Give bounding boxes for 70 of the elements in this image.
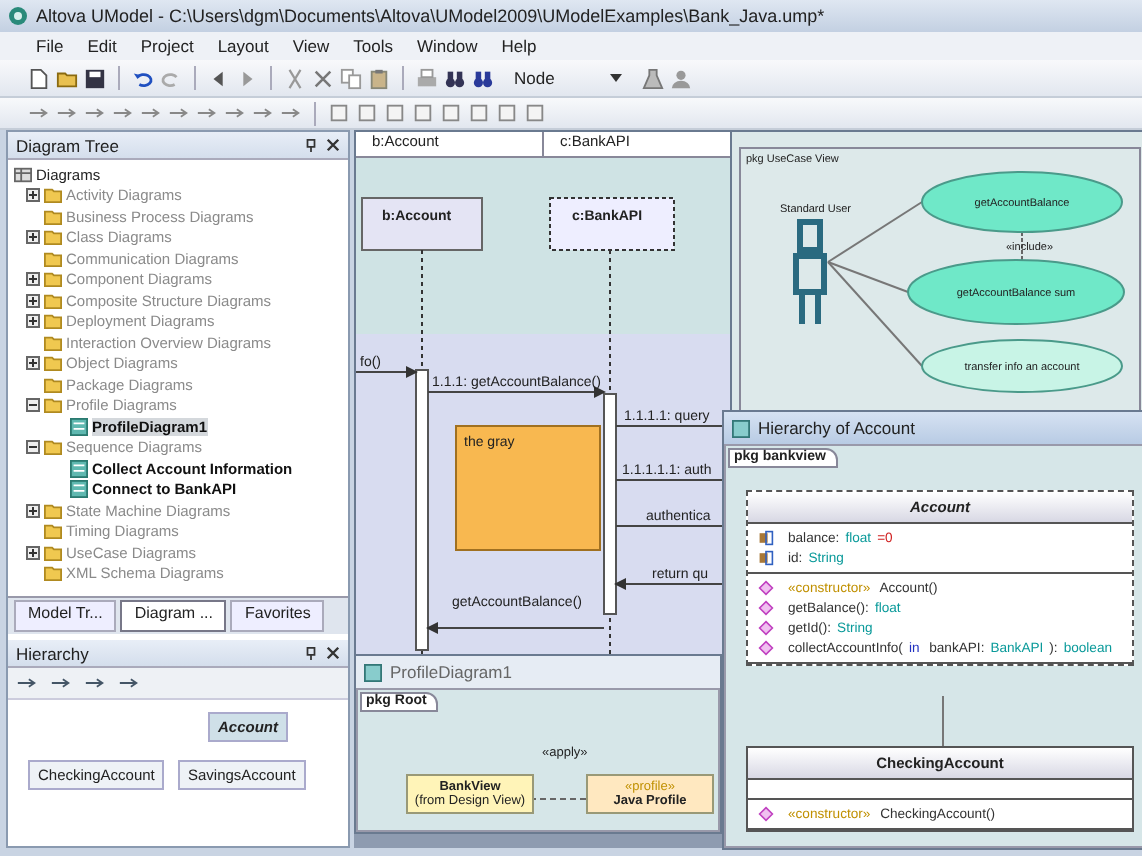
expand-toggle[interactable] bbox=[26, 545, 40, 560]
diamond-icon bbox=[758, 806, 774, 822]
menu-item[interactable]: Layout bbox=[217, 36, 269, 56]
menu-item[interactable]: Edit bbox=[87, 36, 117, 56]
property-icon bbox=[758, 530, 774, 546]
view-select[interactable]: Node bbox=[508, 66, 629, 90]
flask-icon[interactable] bbox=[642, 67, 665, 89]
use-case[interactable] bbox=[921, 171, 1123, 233]
expand-toggle[interactable] bbox=[26, 293, 40, 308]
pin-icon[interactable] bbox=[304, 138, 318, 152]
shape-tool-icon[interactable] bbox=[356, 102, 378, 124]
paste-icon[interactable] bbox=[368, 67, 390, 89]
diagrams-icon bbox=[14, 165, 32, 184]
menu-item[interactable]: Tools bbox=[353, 36, 393, 56]
panel-tab[interactable]: Diagram ... bbox=[120, 600, 227, 632]
property-icon bbox=[758, 550, 774, 566]
diagram-icon bbox=[70, 459, 88, 478]
menu-item[interactable]: View bbox=[292, 36, 330, 56]
folder-icon bbox=[44, 438, 62, 457]
menu-item[interactable]: Help bbox=[501, 36, 537, 56]
actor-figure bbox=[793, 219, 827, 327]
shape-tool-icon[interactable] bbox=[384, 102, 406, 124]
panel-tab[interactable]: Model Tr... bbox=[14, 600, 117, 632]
shape-tool-icon[interactable] bbox=[496, 102, 518, 124]
expand-toggle[interactable] bbox=[26, 440, 40, 455]
panel-tab[interactable]: Favorites bbox=[230, 600, 325, 632]
window-title: ProfileDiagram1 bbox=[390, 662, 512, 682]
use-case[interactable] bbox=[907, 259, 1125, 325]
window-title: Altova UModel - C:\Users\dgm\Documents\Altova\UModel2009\UModelExamples\Bank_Java.ump* bbox=[36, 6, 825, 26]
shape-tool-icon[interactable] bbox=[468, 102, 490, 124]
shape-tool-icon[interactable] bbox=[524, 102, 546, 124]
user-icon[interactable] bbox=[670, 67, 693, 89]
menu-item[interactable]: Window bbox=[416, 36, 478, 56]
lifeline-head[interactable] bbox=[549, 197, 675, 251]
diagram-icon bbox=[732, 419, 750, 437]
expand-toggle[interactable] bbox=[26, 398, 40, 413]
panel-title: Hierarchy bbox=[16, 643, 91, 663]
message-arrow bbox=[356, 366, 418, 378]
lifeline-head[interactable] bbox=[361, 197, 483, 251]
shape-tool-icon[interactable] bbox=[412, 102, 434, 124]
diagram-icon bbox=[70, 417, 88, 436]
open-folder-icon[interactable] bbox=[56, 67, 78, 89]
binoculars-icon[interactable] bbox=[444, 67, 466, 89]
menu-item[interactable]: Project bbox=[140, 36, 194, 56]
new-file-icon[interactable] bbox=[28, 67, 50, 89]
menu-item[interactable]: File bbox=[36, 36, 64, 56]
diagram-icon bbox=[70, 480, 88, 499]
use-case[interactable] bbox=[921, 339, 1123, 393]
expand-toggle[interactable] bbox=[26, 356, 40, 371]
caret-icon bbox=[610, 74, 623, 82]
shape-tool-icon[interactable] bbox=[440, 102, 462, 124]
binoculars-icon[interactable] bbox=[472, 67, 494, 89]
panel-title: Diagram Tree bbox=[16, 135, 121, 155]
close-icon[interactable] bbox=[326, 138, 340, 152]
expand-toggle[interactable] bbox=[26, 503, 40, 518]
undo-icon[interactable] bbox=[132, 67, 154, 89]
expand-toggle[interactable] bbox=[26, 188, 40, 203]
shape-tool-icon[interactable] bbox=[328, 102, 350, 124]
delete-icon[interactable] bbox=[312, 67, 334, 89]
diagram-icon bbox=[364, 663, 382, 681]
cut-icon[interactable] bbox=[284, 67, 306, 89]
expand-toggle[interactable] bbox=[26, 314, 40, 329]
window-title: Hierarchy of Account bbox=[758, 418, 915, 438]
app-logo-icon bbox=[8, 6, 28, 26]
pin-icon[interactable] bbox=[304, 646, 318, 660]
save-icon[interactable] bbox=[84, 67, 106, 89]
copy-icon[interactable] bbox=[340, 67, 362, 89]
close-icon[interactable] bbox=[326, 646, 340, 660]
expand-toggle[interactable] bbox=[26, 230, 40, 245]
expand-toggle[interactable] bbox=[26, 272, 40, 287]
